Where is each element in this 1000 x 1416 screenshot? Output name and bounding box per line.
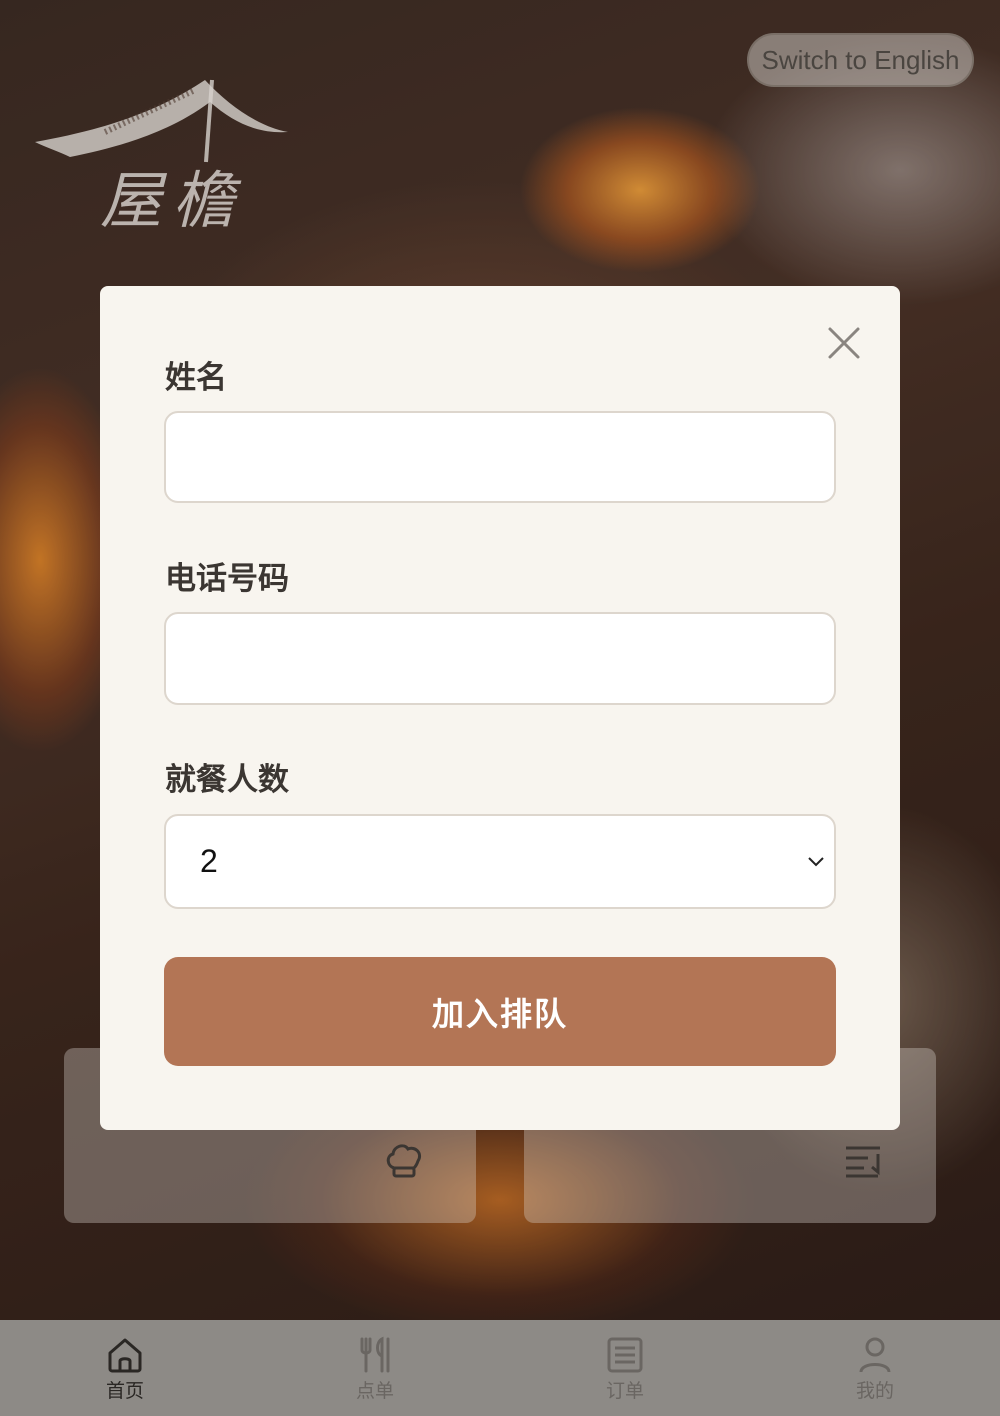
phone-input[interactable] [164, 612, 836, 705]
language-toggle-button[interactable]: Switch to English [747, 33, 974, 87]
utensils-icon [360, 1336, 390, 1373]
chevron-down-icon [808, 857, 824, 867]
nav-item-home[interactable]: 首页 [0, 1320, 250, 1416]
order-list-icon [607, 1337, 643, 1373]
nav-label-order: 点单 [355, 1380, 394, 1402]
party-size-select[interactable]: 2 [164, 814, 836, 909]
nav-label-home: 首页 [105, 1380, 144, 1402]
party-size-value: 2 [200, 843, 218, 879]
close-icon[interactable] [826, 325, 862, 361]
party-size-label: 就餐人数 [165, 762, 289, 798]
logo-text: 屋檐 [100, 164, 245, 237]
queue-list-icon [846, 1146, 880, 1178]
nav-label-profile: 我的 [855, 1380, 894, 1402]
nav-item-orders[interactable]: 订单 [500, 1320, 750, 1416]
bottom-nav: 首页 点单 订单 我的 [0, 1320, 1000, 1416]
join-queue-button[interactable]: 加入排队 [164, 957, 836, 1066]
phone-label: 电话号码 [165, 561, 289, 597]
chef-hat-icon [386, 1144, 422, 1178]
home-icon [108, 1338, 142, 1373]
user-icon [859, 1337, 891, 1373]
nav-item-order[interactable]: 点单 [250, 1320, 500, 1416]
name-label: 姓名 [165, 360, 227, 396]
nav-item-profile[interactable]: 我的 [750, 1320, 1000, 1416]
name-input[interactable] [164, 411, 836, 503]
nav-label-orders: 订单 [605, 1380, 644, 1402]
